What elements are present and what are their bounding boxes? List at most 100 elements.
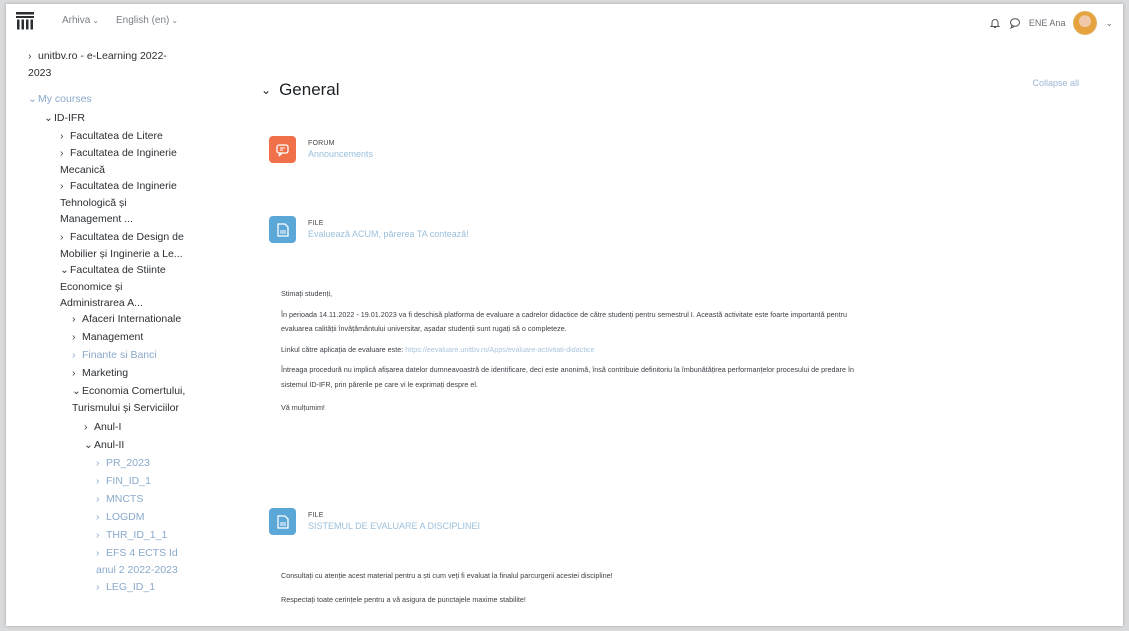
sidebar-item[interactable]: › LOGDM xyxy=(96,509,228,526)
chevron-right-icon[interactable]: › xyxy=(60,128,70,145)
sidebar-item-label: Finante si Banci xyxy=(82,349,157,361)
chevron-right-icon[interactable]: › xyxy=(72,347,82,364)
sidebar-item-label: THR_ID_1_1 xyxy=(106,529,168,541)
sidebar-item-label: Afaceri Internationale xyxy=(82,313,182,325)
chevron-down-icon: ⌄ xyxy=(171,16,179,25)
forum-activity[interactable]: FORUM Announcements xyxy=(269,136,373,163)
chevron-down-icon[interactable]: ⌄ xyxy=(44,110,54,127)
archive-menu-label: Arhiva xyxy=(62,15,91,26)
chevron-down-icon[interactable]: ⌄ xyxy=(261,83,271,97)
description-paragraph: În perioada 14.11.2022 - 19.01.2023 va f… xyxy=(281,309,848,319)
sidebar-item-label: Anul-I xyxy=(94,421,122,433)
chevron-down-icon[interactable]: ⌄ xyxy=(72,383,82,400)
sidebar-item-label: Facultatea de Stiinte Economice și Admin… xyxy=(60,264,166,309)
sidebar-item[interactable]: › Marketing xyxy=(72,365,228,382)
announcements-link[interactable]: Announcements xyxy=(308,149,373,159)
chevron-down-icon[interactable]: ⌄ xyxy=(1105,18,1113,29)
file-icon xyxy=(269,508,296,535)
chevron-right-icon[interactable]: › xyxy=(96,491,106,508)
chevron-right-icon[interactable]: › xyxy=(72,329,82,346)
sidebar-item-label: unitbv.ro - e-Learning 2022- 2023 xyxy=(28,50,167,79)
chevron-right-icon[interactable]: › xyxy=(96,579,106,596)
sidebar-item[interactable]: › Facultatea de Inginerie Tehnologică și … xyxy=(60,178,228,228)
sidebar-item-label: Marketing xyxy=(82,367,129,379)
chevron-right-icon[interactable]: › xyxy=(84,419,94,436)
section-title: General xyxy=(279,80,340,99)
description-paragraph: Vă mulțumim! xyxy=(281,403,325,412)
collapse-all-link[interactable]: Collapse all xyxy=(1032,78,1079,88)
sidebar-item-label: Facultatea de Litere xyxy=(70,130,163,142)
chevron-right-icon[interactable]: › xyxy=(96,473,106,490)
chevron-right-icon[interactable]: › xyxy=(96,545,106,562)
site-logo-icon[interactable] xyxy=(16,12,34,30)
chat-icon[interactable] xyxy=(1009,17,1021,30)
sidebar-item-label: PR_2023 xyxy=(106,457,150,469)
evaluation-system-description: Consultați cu atenție acest material pen… xyxy=(281,570,1101,605)
sidebar-item[interactable]: ⌄Facultatea de Stiinte Economice și Admi… xyxy=(60,262,228,312)
sidebar-item[interactable]: › unitbv.ro - e-Learning 2022- 2023 xyxy=(28,48,228,81)
evaluation-system-file-link[interactable]: SISTEMUL DE EVALUARE A DISCIPLINEI xyxy=(308,521,480,531)
chevron-down-icon[interactable]: ⌄ xyxy=(28,91,38,108)
chevron-right-icon[interactable]: › xyxy=(60,145,70,162)
chevron-down-icon[interactable]: ⌄ xyxy=(60,262,70,279)
sidebar-item-label: Economia Comertului, Turismului și Servi… xyxy=(72,385,186,414)
activity-type: FILE xyxy=(308,512,324,519)
sidebar-item[interactable]: › THR_ID_1_1 xyxy=(96,527,228,544)
description-paragraph: Linkul către aplicația de evaluare este:… xyxy=(281,344,1101,356)
bell-icon[interactable] xyxy=(989,17,1001,29)
sidebar-item[interactable]: › Facultatea de Design de Mobilier și Ing… xyxy=(60,229,228,262)
sidebar-item[interactable]: › FIN_ID_1 xyxy=(96,473,228,490)
file-activity-evaluation-system[interactable]: FILE SISTEMUL DE EVALUARE A DISCIPLINEI xyxy=(269,508,480,535)
sidebar-item[interactable]: ⌄ID-IFR xyxy=(44,110,228,127)
evaluation-app-link[interactable]: https://eevaluare.unitbv.ro/Apps/evaluar… xyxy=(405,345,594,354)
evaluation-description: Stimați studenți, În perioada 14.11.2022… xyxy=(281,288,1101,414)
sidebar-item-label: Facultatea de Inginerie Tehnologică și M… xyxy=(60,180,177,225)
chevron-right-icon[interactable]: › xyxy=(96,509,106,526)
language-menu[interactable]: English (en) ⌄ xyxy=(116,15,178,26)
description-paragraph: Consultați cu atenție acest material pen… xyxy=(281,571,613,580)
chevron-right-icon[interactable]: › xyxy=(60,229,70,246)
sidebar-item-label: MNCTS xyxy=(106,493,144,505)
activity-type: FILE xyxy=(308,220,324,227)
description-paragraph: sistemul ID-IFR, prin părerile pe care v… xyxy=(281,379,478,389)
sidebar-item[interactable]: › MNCTS xyxy=(96,491,228,508)
description-paragraph: Întreaga procedură nu implică afișarea d… xyxy=(281,365,854,374)
sidebar-item[interactable]: › Finante si Banci xyxy=(72,347,228,364)
sidebar-item[interactable]: ⌄Economia Comertului, Turismului și Serv… xyxy=(72,383,228,416)
sidebar-item[interactable]: › EFS 4 ECTS Id anul 2 2022-2023 xyxy=(96,545,228,578)
sidebar-item[interactable]: › Management xyxy=(72,329,228,346)
chevron-down-icon[interactable]: ⌄ xyxy=(84,437,94,454)
sidebar-item[interactable]: › Anul-I xyxy=(84,419,228,436)
sidebar-item-label: Facultatea de Inginerie Mecanică xyxy=(60,147,177,176)
chevron-down-icon: ⌄ xyxy=(92,16,100,25)
section-header[interactable]: ⌄ General xyxy=(261,80,340,100)
sidebar-item[interactable]: › Facultatea de Litere xyxy=(60,128,228,145)
chevron-right-icon[interactable]: › xyxy=(96,527,106,544)
file-icon xyxy=(269,216,296,243)
avatar[interactable] xyxy=(1073,11,1098,35)
chevron-right-icon[interactable]: › xyxy=(28,48,38,65)
description-paragraph: Respectați toate cerințele pentru a vă a… xyxy=(281,594,526,604)
chevron-right-icon[interactable]: › xyxy=(60,178,70,195)
sidebar-item[interactable]: ⌄Anul-II xyxy=(84,437,228,454)
activity-type: FORUM xyxy=(308,140,335,147)
evaluation-file-link[interactable]: Evaluează ACUM, părerea TA contează! xyxy=(308,229,469,239)
chevron-right-icon[interactable]: › xyxy=(72,365,82,382)
user-name[interactable]: ENE Ana xyxy=(1029,18,1066,28)
sidebar-item[interactable]: › LEG_ID_1 xyxy=(96,579,228,596)
language-menu-label: English (en) xyxy=(116,15,170,26)
chevron-right-icon[interactable]: › xyxy=(96,455,106,472)
file-activity-evaluation[interactable]: FILE Evaluează ACUM, părerea TA contează… xyxy=(269,216,469,243)
browser-page: Arhiva ⌄ English (en) ⌄ ENE Ana ⌄ › unitbv.… xyxy=(6,4,1123,626)
chevron-right-icon[interactable]: › xyxy=(72,311,82,328)
archive-menu[interactable]: Arhiva ⌄ xyxy=(62,15,99,26)
description-paragraph: Stimați studenți, xyxy=(281,289,333,298)
sidebar-item[interactable]: › PR_2023 xyxy=(96,455,228,472)
sidebar-item[interactable]: ⌄My courses xyxy=(28,91,228,108)
user-area: ENE Ana ⌄ xyxy=(989,10,1113,36)
sidebar-item[interactable]: › Facultatea de Inginerie Mecanică xyxy=(60,145,228,178)
sidebar-item-label: Facultatea de Design de Mobilier și Ingi… xyxy=(60,231,184,260)
sidebar-item[interactable]: › Afaceri Internationale xyxy=(72,311,228,328)
sidebar-item-label: LOGDM xyxy=(106,511,145,523)
forum-icon xyxy=(269,136,296,163)
